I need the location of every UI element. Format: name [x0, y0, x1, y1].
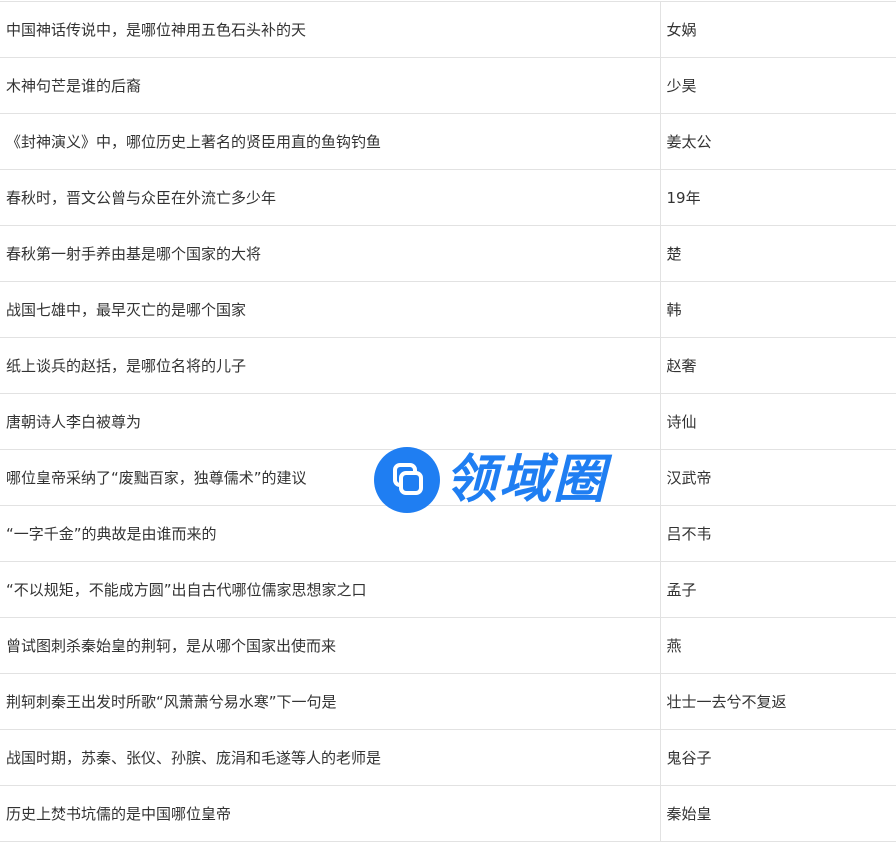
table-row: 唐朝诗人李白被尊为 诗仙	[0, 393, 896, 450]
answer-cell: 燕	[660, 617, 896, 674]
answer-cell: 孟子	[660, 561, 896, 618]
table-row: 木神句芒是谁的后裔 少昊	[0, 57, 896, 114]
answer-cell: 女娲	[660, 1, 896, 58]
answer-cell: 赵奢	[660, 337, 896, 394]
table-row: 《封神演义》中，哪位历史上著名的贤臣用直的鱼钩钓鱼 姜太公	[0, 113, 896, 170]
answer-cell: 吕不韦	[660, 505, 896, 562]
answer-cell: 秦始皇	[660, 785, 896, 842]
table-row: 哪位皇帝采纳了“废黜百家，独尊儒术”的建议 汉武帝	[0, 449, 896, 506]
question-cell: 战国七雄中，最早灭亡的是哪个国家	[0, 281, 661, 338]
table-row: “不以规矩，不能成方圆”出自古代哪位儒家思想家之口 孟子	[0, 561, 896, 618]
answer-cell: 鬼谷子	[660, 729, 896, 786]
table-row: 战国七雄中，最早灭亡的是哪个国家 韩	[0, 281, 896, 338]
question-cell: 荆轲刺秦王出发时所歌“风萧萧兮易水寒”下一句是	[0, 673, 661, 730]
question-cell: 唐朝诗人李白被尊为	[0, 393, 661, 450]
answer-cell: 韩	[660, 281, 896, 338]
table-row: 春秋时，晋文公曾与众臣在外流亡多少年 19年	[0, 169, 896, 226]
table-row: 春秋第一射手养由基是哪个国家的大将 楚	[0, 225, 896, 282]
table-row: “一字千金”的典故是由谁而来的 吕不韦	[0, 505, 896, 562]
answer-cell: 楚	[660, 225, 896, 282]
table-row: 战国时期，苏秦、张仪、孙膑、庞涓和毛遂等人的老师是 鬼谷子	[0, 729, 896, 786]
question-cell: 春秋时，晋文公曾与众臣在外流亡多少年	[0, 169, 661, 226]
answer-cell: 诗仙	[660, 393, 896, 450]
answer-cell: 姜太公	[660, 113, 896, 170]
answer-cell: 19年	[660, 169, 896, 226]
qa-table: 中国神话传说中，是哪位神用五色石头补的天 女娲 木神句芒是谁的后裔 少昊 《封神…	[0, 1, 896, 842]
question-cell: 纸上谈兵的赵括，是哪位名将的儿子	[0, 337, 661, 394]
table-row: 荆轲刺秦王出发时所歌“风萧萧兮易水寒”下一句是 壮士一去兮不复返	[0, 673, 896, 730]
question-cell: 《封神演义》中，哪位历史上著名的贤臣用直的鱼钩钓鱼	[0, 113, 661, 170]
table-row: 历史上焚书坑儒的是中国哪位皇帝 秦始皇	[0, 785, 896, 842]
question-cell: 曾试图刺杀秦始皇的荆轲，是从哪个国家出使而来	[0, 617, 661, 674]
answer-cell: 壮士一去兮不复返	[660, 673, 896, 730]
qa-table-body: 中国神话传说中，是哪位神用五色石头补的天 女娲 木神句芒是谁的后裔 少昊 《封神…	[0, 1, 896, 842]
question-cell: 战国时期，苏秦、张仪、孙膑、庞涓和毛遂等人的老师是	[0, 729, 661, 786]
table-row: 纸上谈兵的赵括，是哪位名将的儿子 赵奢	[0, 337, 896, 394]
table-row: 中国神话传说中，是哪位神用五色石头补的天 女娲	[0, 1, 896, 58]
question-cell: 哪位皇帝采纳了“废黜百家，独尊儒术”的建议	[0, 449, 661, 506]
answer-cell: 汉武帝	[660, 449, 896, 506]
answer-cell: 少昊	[660, 57, 896, 114]
question-cell: “一字千金”的典故是由谁而来的	[0, 505, 661, 562]
table-row: 曾试图刺杀秦始皇的荆轲，是从哪个国家出使而来 燕	[0, 617, 896, 674]
question-cell: 中国神话传说中，是哪位神用五色石头补的天	[0, 1, 661, 58]
question-cell: “不以规矩，不能成方圆”出自古代哪位儒家思想家之口	[0, 561, 661, 618]
question-cell: 春秋第一射手养由基是哪个国家的大将	[0, 225, 661, 282]
question-cell: 木神句芒是谁的后裔	[0, 57, 661, 114]
question-cell: 历史上焚书坑儒的是中国哪位皇帝	[0, 785, 661, 842]
